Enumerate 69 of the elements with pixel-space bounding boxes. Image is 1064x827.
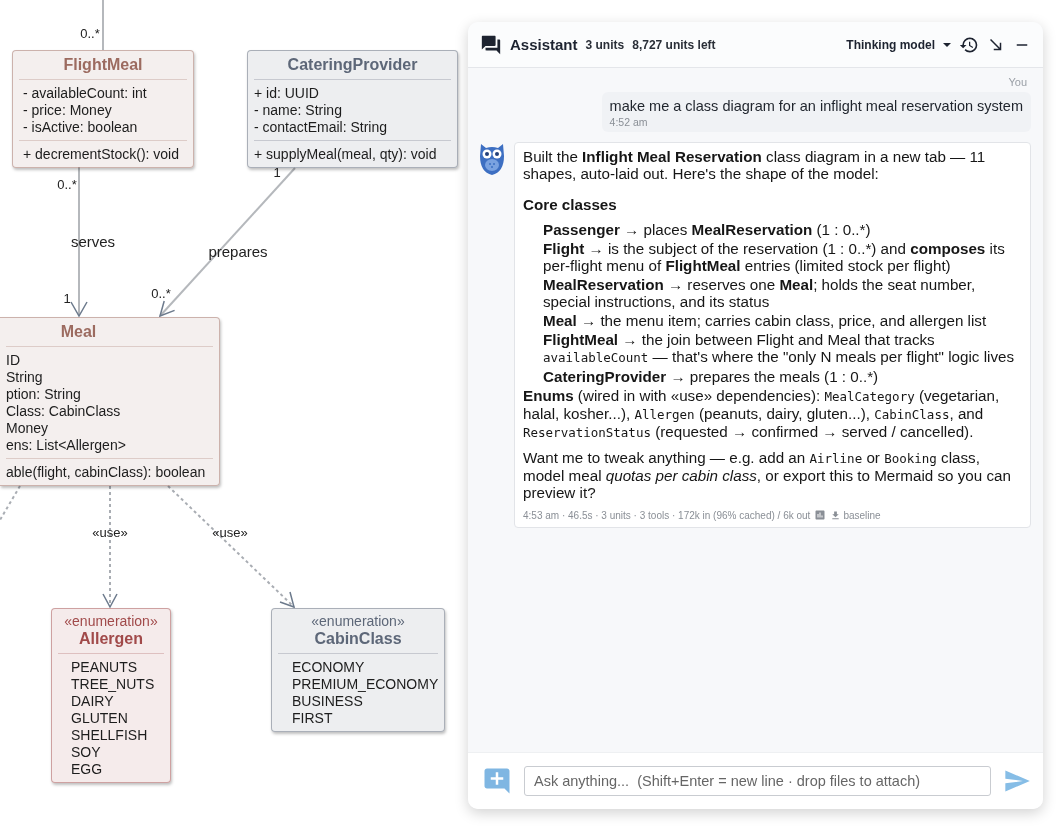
enum-literal: EGG bbox=[70, 761, 104, 778]
download-icon bbox=[830, 509, 842, 521]
stereotype-text: «enumeration» bbox=[63, 613, 159, 629]
dependency-line bbox=[0, 485, 21, 521]
class-attribute: - name: String bbox=[254, 102, 343, 119]
author-label: You bbox=[1008, 76, 1027, 88]
enum-literal: PEANUTS bbox=[70, 659, 139, 676]
multiplicity-label: 1 bbox=[63, 290, 71, 306]
class-name: Allergen bbox=[78, 629, 144, 649]
class-attribute: - isActive: boolean bbox=[22, 119, 139, 136]
class-method: + decrementStock(): void bbox=[22, 146, 180, 163]
download-link[interactable]: baseline bbox=[830, 509, 881, 521]
enum-literal: BUSINESS bbox=[291, 693, 364, 710]
message-paragraph: Enums (wired in with «use» dependencies): MealCategory (vegetarian, halal, kosher...), Allergen (peanuts, dairy, gluten...), CabinClass, and ReservationStatus (requested → confirmed → served / cancelled). bbox=[523, 387, 1001, 441]
list-item-text: Passenger → places MealReservation (1 : 0..*) bbox=[542, 221, 872, 238]
multiplicity-label: 1 bbox=[273, 164, 281, 180]
list-item-text: Meal → the menu item; carries cabin class, price, and allergen list bbox=[542, 312, 988, 329]
list-item-text: FlightMeal → the join between Flight and Meal that tracks availableCount — that's where the "only N meals per flight" logic lives bbox=[542, 331, 1016, 366]
message-input[interactable]: Ask anything... (Shift+Enter = new line · drop files to attach) bbox=[524, 766, 991, 796]
list-item-text: CateringProvider → prepares the meals (1 : 0..*) bbox=[542, 368, 880, 385]
association-label: serves bbox=[70, 232, 116, 250]
multiplicity-label: 0..* bbox=[151, 285, 171, 301]
class-attribute: - availableCount: int bbox=[22, 85, 148, 102]
list-item-text: Flight → is the subject of the reservation (1 : 0..*) and composes its per-flight menu of FlightMeal entries (limited stock per flight) bbox=[542, 240, 1006, 274]
enum-literal: ECONOMY bbox=[291, 659, 366, 676]
class-attribute: ID bbox=[6, 352, 21, 369]
class-name: CateringProvider bbox=[286, 55, 419, 75]
class-method: + supplyMeal(meal, qty): void bbox=[254, 146, 438, 163]
section-heading: Core classes bbox=[523, 196, 618, 213]
class-attribute: - price: Money bbox=[22, 102, 113, 119]
message-paragraph: Want me to tweak anything — e.g. add an Airline or Booking class, model meal quotas per cabin class, or export this to Mermaid so you can preview it? bbox=[523, 449, 1012, 501]
enum-literal: TREE_NUTS bbox=[70, 676, 156, 693]
enum-literal: DAIRY bbox=[70, 693, 115, 710]
class-attribute: String bbox=[6, 369, 44, 386]
stereotype-label: «use» bbox=[212, 524, 248, 540]
message-meta: 4:53 am · 46.5s · 3 units · 3 tools · 172k in (96% cached) / 6k out bbox=[523, 509, 811, 521]
multiplicity-label: 0..* bbox=[57, 176, 77, 192]
class-attribute: + id: UUID bbox=[254, 85, 320, 102]
enum-literal: SOY bbox=[70, 744, 102, 761]
class-name: FlightMeal bbox=[62, 55, 144, 75]
class-name: Meal bbox=[59, 322, 98, 342]
association-label: prepares bbox=[208, 242, 268, 260]
enum-literal: PREMIUM_ECONOMY bbox=[291, 676, 438, 693]
owl-icon bbox=[478, 142, 506, 176]
units-count: 3 units bbox=[585, 37, 625, 52]
list-item-text: MealReservation → reserves one Meal; holds the seat number, special instructions, and its status bbox=[542, 276, 977, 310]
association-line bbox=[102, 0, 104, 51]
message-paragraph: Built the Inflight Meal Reservation class diagram in a new tab — 11 shapes, auto-laid out. Here's the shape of the model: bbox=[523, 148, 987, 182]
message-text: make me a class diagram for an inflight meal reservation system bbox=[609, 98, 1023, 114]
chart-icon[interactable] bbox=[814, 509, 827, 521]
class-name: CabinClass bbox=[313, 629, 403, 649]
class-attribute: Money bbox=[6, 420, 50, 437]
class-attribute: - contactEmail: String bbox=[254, 119, 389, 136]
chat-icon bbox=[480, 33, 502, 56]
class-attribute: ens: List<Allergen> bbox=[6, 437, 127, 454]
class-attribute: ption: String bbox=[6, 386, 82, 403]
stereotype-label: «use» bbox=[92, 524, 128, 540]
enum-literal: SHELLFISH bbox=[70, 727, 149, 744]
units-left: 8,727 units left bbox=[632, 37, 716, 52]
enum-literal: FIRST bbox=[291, 710, 334, 727]
stereotype-text: «enumeration» bbox=[310, 613, 406, 629]
model-dropdown[interactable]: Thinking model bbox=[846, 37, 951, 52]
multiplicity-label: 0..* bbox=[80, 25, 100, 41]
class-method: able(flight, cabinClass): boolean bbox=[6, 464, 207, 481]
message-time: 4:52 am bbox=[609, 116, 649, 128]
enum-literal: GLUTEN bbox=[70, 710, 129, 727]
panel-title: Assistant bbox=[510, 36, 578, 53]
class-attribute: Class: CabinClass bbox=[6, 403, 122, 420]
caret-icon bbox=[943, 42, 951, 47]
